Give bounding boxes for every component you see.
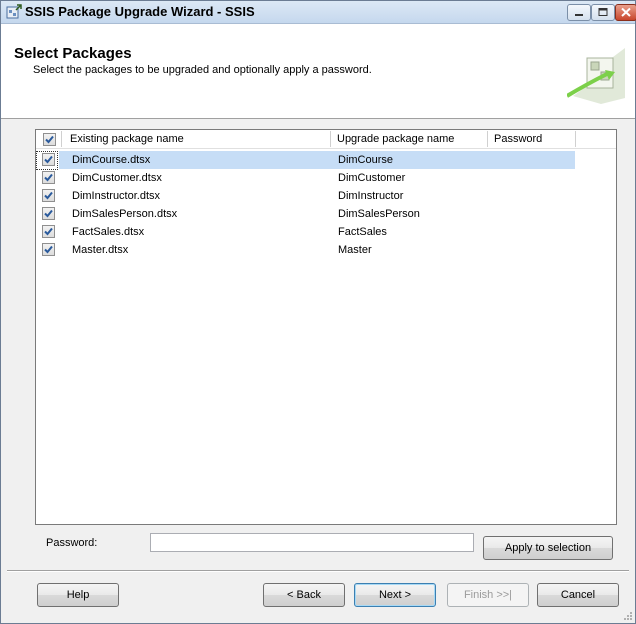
- row-checkbox[interactable]: [42, 225, 55, 238]
- password-input[interactable]: [150, 533, 474, 552]
- page-subtitle: Select the packages to be upgraded and o…: [33, 64, 372, 76]
- checkmark-icon: [44, 155, 53, 164]
- checkmark-icon: [44, 245, 53, 254]
- title-bar[interactable]: SSIS Package Upgrade Wizard - SSIS: [1, 1, 636, 24]
- maximize-button[interactable]: [591, 4, 615, 21]
- upgrade-package-name[interactable]: DimSalesPerson: [338, 208, 420, 220]
- existing-package-name: Master.dtsx: [72, 244, 129, 256]
- table-row[interactable]: FactSales.dtsx FactSales: [36, 223, 616, 241]
- resize-grip-icon[interactable]: [622, 610, 633, 621]
- existing-package-name: DimCourse.dtsx: [72, 154, 151, 166]
- existing-package-name: DimCustomer.dtsx: [72, 172, 162, 184]
- table-row[interactable]: DimSalesPerson.dtsx DimSalesPerson: [36, 205, 616, 223]
- table-row[interactable]: DimCustomer.dtsx DimCustomer: [36, 169, 616, 187]
- column-header-existing[interactable]: Existing package name: [70, 133, 184, 145]
- upgrade-package-name[interactable]: FactSales: [338, 226, 387, 238]
- close-button[interactable]: [615, 4, 636, 21]
- checkmark-icon: [44, 173, 53, 182]
- checkmark-icon: [44, 209, 53, 218]
- upgrade-package-name[interactable]: DimCustomer: [338, 172, 405, 184]
- column-separator[interactable]: [487, 131, 488, 147]
- row-checkbox[interactable]: [42, 153, 55, 166]
- upgrade-package-name[interactable]: DimCourse: [338, 154, 393, 166]
- upgrade-wizard-graphic: [567, 48, 625, 104]
- back-button[interactable]: < Back: [263, 583, 345, 607]
- close-icon: [621, 7, 631, 17]
- column-separator[interactable]: [330, 131, 331, 147]
- row-checkbox[interactable]: [42, 207, 55, 220]
- existing-package-name: FactSales.dtsx: [72, 226, 145, 238]
- column-header-password[interactable]: Password: [494, 133, 542, 145]
- existing-package-name: DimInstructor.dtsx: [72, 190, 161, 202]
- checkmark-icon: [44, 191, 53, 200]
- finish-button[interactable]: Finish >>|: [447, 583, 529, 607]
- minimize-icon: [575, 14, 583, 16]
- apply-to-selection-button[interactable]: Apply to selection: [483, 536, 613, 560]
- table-row[interactable]: DimInstructor.dtsx DimInstructor: [36, 187, 616, 205]
- select-all-checkbox[interactable]: [43, 133, 56, 146]
- column-separator[interactable]: [61, 131, 62, 147]
- next-button[interactable]: Next >: [354, 583, 436, 607]
- window-title: SSIS Package Upgrade Wizard - SSIS: [25, 4, 255, 19]
- wizard-window: SSIS Package Upgrade Wizard - SSIS Selec…: [0, 0, 636, 624]
- wizard-header: Select Packages Select the packages to b…: [1, 24, 635, 119]
- row-checkbox[interactable]: [42, 171, 55, 184]
- upgrade-package-name[interactable]: DimInstructor: [338, 190, 403, 202]
- row-checkbox[interactable]: [42, 189, 55, 202]
- footer-divider: [7, 570, 629, 572]
- app-icon: [6, 4, 22, 19]
- list-header: Existing package name Upgrade package na…: [36, 130, 616, 149]
- cancel-button[interactable]: Cancel: [537, 583, 619, 607]
- row-checkbox[interactable]: [42, 243, 55, 256]
- checkmark-icon: [44, 227, 53, 236]
- column-separator[interactable]: [575, 131, 576, 147]
- password-label: Password:: [46, 537, 98, 549]
- page-title: Select Packages: [14, 45, 132, 62]
- packages-list[interactable]: Existing package name Upgrade package na…: [35, 129, 617, 525]
- column-header-upgrade[interactable]: Upgrade package name: [337, 133, 454, 145]
- checkmark-icon: [45, 135, 54, 144]
- maximize-icon: [598, 8, 608, 16]
- minimize-button[interactable]: [567, 4, 591, 21]
- upgrade-package-name[interactable]: Master: [338, 244, 372, 256]
- existing-package-name: DimSalesPerson.dtsx: [72, 208, 178, 220]
- table-row[interactable]: Master.dtsx Master: [36, 241, 616, 259]
- help-button[interactable]: Help: [37, 583, 119, 607]
- table-row[interactable]: DimCourse.dtsx DimCourse: [36, 151, 616, 170]
